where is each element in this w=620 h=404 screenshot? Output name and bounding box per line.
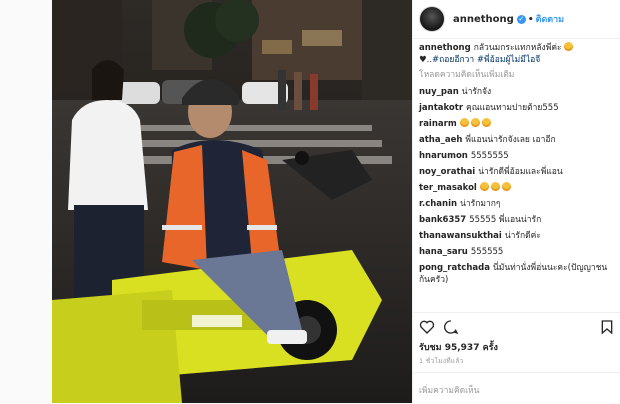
separator-dot: • (527, 15, 534, 25)
instagram-post: annethong ✓ • ติดตาม annethong กลัวนมกระแทกห… (52, 0, 620, 403)
grin-emoji-icon (563, 42, 573, 51)
comment-username[interactable]: rainarm (419, 119, 457, 129)
comment-row: noy_orathai น่ารักดีพี่อ้อมและพี่แอน (413, 166, 620, 178)
post-video[interactable] (52, 0, 412, 403)
username-link[interactable]: annethong (453, 14, 514, 25)
comment-row: ter_masakol (413, 182, 620, 194)
emoji-icon (501, 182, 511, 191)
comment-row: nuy_pan น่ารักจัง (413, 86, 620, 98)
post-header: annethong ✓ • ติดตาม (413, 0, 620, 39)
comment-row: r.chanin น่ารักมากๆ (413, 198, 620, 210)
add-comment-placeholder: เพิ่มความคิดเห็น (419, 386, 480, 396)
post-caption: annethong กลัวนมกระแทกหลังพี่ค่ะ ♥..#ถอยอ… (413, 42, 620, 66)
bookmark-icon[interactable] (599, 319, 615, 335)
comment-text: น่ารักดีค่ะ (504, 231, 541, 241)
post-timestamp[interactable]: 1 ชั่วโมงที่แล้ว (419, 356, 464, 366)
comment-row: bank6357 55555 พี่แอนน่ารัก (413, 214, 620, 226)
add-comment-input[interactable]: เพิ่มความคิดเห็น (413, 372, 620, 404)
comment-text: 55555 พี่แอนน่ารัก (469, 215, 542, 225)
caption-username[interactable]: annethong (419, 43, 471, 53)
follow-button[interactable]: ติดตาม (536, 15, 565, 25)
comment-icon[interactable] (443, 319, 459, 335)
comment-row: thanawansukthai น่ารักดีค่ะ (413, 230, 620, 242)
comment-text: น่ารักจัง (461, 87, 492, 97)
comment-username[interactable]: atha_aeh (419, 135, 462, 145)
heart-emoji-icon: ♥ (419, 55, 427, 65)
comment-row: hana_saru 555555 (413, 246, 620, 258)
comment-row: pong_ratchada นี่มันท่านั่งพี่อ่นนะคะ(ปัญ… (413, 262, 620, 286)
comment-username[interactable]: hana_saru (419, 247, 468, 257)
hashtag-link[interactable]: #พี่อ้อมผู้ไม่มีไอจี (477, 55, 540, 65)
comment-text: คุณแอนทามปายต้าย555 (466, 103, 559, 113)
comment-row: atha_aeh พี่แอนน่ารักจังเลย เอาอีก (413, 134, 620, 146)
comment-text: 5555555 (470, 151, 509, 161)
avatar[interactable] (419, 6, 445, 32)
comment-username[interactable]: bank6357 (419, 215, 466, 225)
comment-username[interactable]: pong_ratchada (419, 263, 490, 273)
video-frame-illustration (52, 0, 412, 403)
emoji-icon (490, 182, 500, 191)
emoji-icon (481, 118, 491, 127)
comment-username[interactable]: hnarumon (419, 151, 468, 161)
comment-username[interactable]: nuy_pan (419, 87, 459, 97)
emoji-icon (479, 182, 489, 191)
verified-badge-icon: ✓ (516, 15, 526, 24)
comment-row: rainarm (413, 118, 620, 130)
header-user: annethong ✓ • ติดตาม (453, 12, 564, 26)
comment-username[interactable]: thanawansukthai (419, 231, 502, 241)
comments-list[interactable]: annethong กลัวนมกระแทกหลังพี่ค่ะ ♥..#ถอยอ… (413, 42, 620, 308)
post-actions (413, 312, 620, 341)
comment-row: hnarumon 5555555 (413, 150, 620, 162)
comment-username[interactable]: jantakotr (419, 103, 463, 113)
load-more-comments-link[interactable]: โหลดความคิดเห็นเพิ่มเติม (413, 66, 620, 82)
emoji-icon (470, 118, 480, 127)
caption-text: กลัวนมกระแทกหลังพี่ค่ะ (473, 43, 562, 53)
comment-username[interactable]: ter_masakol (419, 183, 477, 193)
view-count[interactable]: รับชม 95,937 ครั้ง (419, 340, 498, 354)
comment-text: น่ารักมากๆ (460, 199, 501, 209)
comment-row: jantakotr คุณแอนทามปายต้าย555 (413, 102, 620, 114)
comment-text: พี่แอนน่ารักจังเลย เอาอีก (465, 135, 556, 145)
emoji-icon (459, 118, 469, 127)
heart-icon[interactable] (419, 319, 435, 335)
comment-text: น่ารักดีพี่อ้อมและพี่แอน (478, 167, 563, 177)
comment-username[interactable]: noy_orathai (419, 167, 475, 177)
comment-text: 555555 (470, 247, 504, 257)
post-sidebar: annethong ✓ • ติดตาม annethong กลัวนมกระแทกห… (412, 0, 620, 403)
hashtag-link[interactable]: #ถอยอีกวา (432, 55, 474, 65)
comment-username[interactable]: r.chanin (419, 199, 457, 209)
